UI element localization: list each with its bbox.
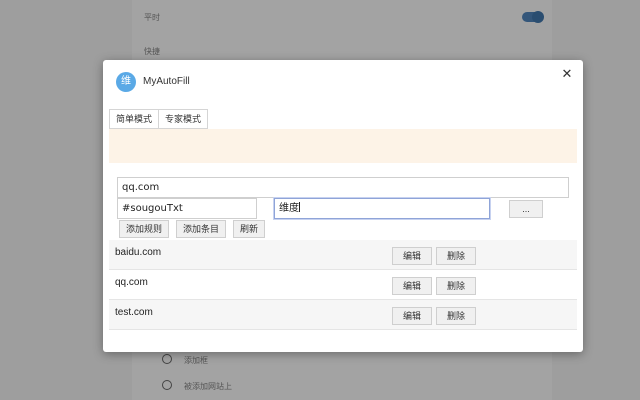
- background-list-item-2: 被添加网站上: [184, 382, 232, 391]
- add-item-button[interactable]: 添加条目: [176, 220, 227, 238]
- background-toggle: [522, 11, 544, 23]
- more-options-button[interactable]: ...: [509, 200, 543, 218]
- tab-expert-mode[interactable]: 专家模式: [159, 109, 209, 129]
- dialog-title: MyAutoFill: [143, 76, 190, 87]
- add-rule-button[interactable]: 添加规则: [119, 220, 170, 238]
- row-domain: test.com: [115, 307, 153, 318]
- refresh-button[interactable]: 刷新: [233, 220, 266, 238]
- selector-input-value: #sougouTxt: [122, 203, 183, 214]
- edit-button[interactable]: 编辑: [392, 307, 432, 325]
- value-input-value: 维度: [279, 203, 299, 214]
- delete-button[interactable]: 删除: [436, 247, 476, 265]
- edit-button[interactable]: 编辑: [392, 277, 432, 295]
- text-caret: [299, 202, 300, 212]
- delete-button[interactable]: 删除: [436, 307, 476, 325]
- app-logo-icon: 维: [116, 72, 136, 92]
- notice-bar: [109, 129, 577, 163]
- background-list-item-1: 添加框: [184, 356, 208, 365]
- background-radio-1: [162, 354, 172, 364]
- mode-tabs: 简单模式 专家模式: [109, 109, 209, 129]
- rules-list: baidu.com 编辑 删除 qq.com 编辑 删除 test.com 编辑…: [109, 240, 577, 330]
- close-icon[interactable]: ✕: [559, 66, 575, 82]
- autofill-dialog: 维 MyAutoFill ✕ 简单模式 专家模式 qq.com #sougouT…: [103, 60, 583, 352]
- selector-input[interactable]: #sougouTxt: [117, 198, 257, 219]
- list-item: test.com 编辑 删除: [109, 300, 577, 330]
- value-input[interactable]: 维度: [274, 198, 490, 219]
- row-domain: qq.com: [115, 277, 148, 288]
- list-item: qq.com 编辑 删除: [109, 270, 577, 300]
- background-radio-2: [162, 380, 172, 390]
- delete-button[interactable]: 删除: [436, 277, 476, 295]
- list-item: baidu.com 编辑 删除: [109, 240, 577, 270]
- edit-button[interactable]: 编辑: [392, 247, 432, 265]
- background-label-second: 快捷: [144, 47, 160, 56]
- domain-input-value: qq.com: [122, 182, 160, 193]
- row-domain: baidu.com: [115, 247, 162, 258]
- tab-simple-mode[interactable]: 简单模式: [109, 109, 160, 129]
- background-label-top: 平时: [144, 13, 160, 22]
- domain-input[interactable]: qq.com: [117, 177, 569, 198]
